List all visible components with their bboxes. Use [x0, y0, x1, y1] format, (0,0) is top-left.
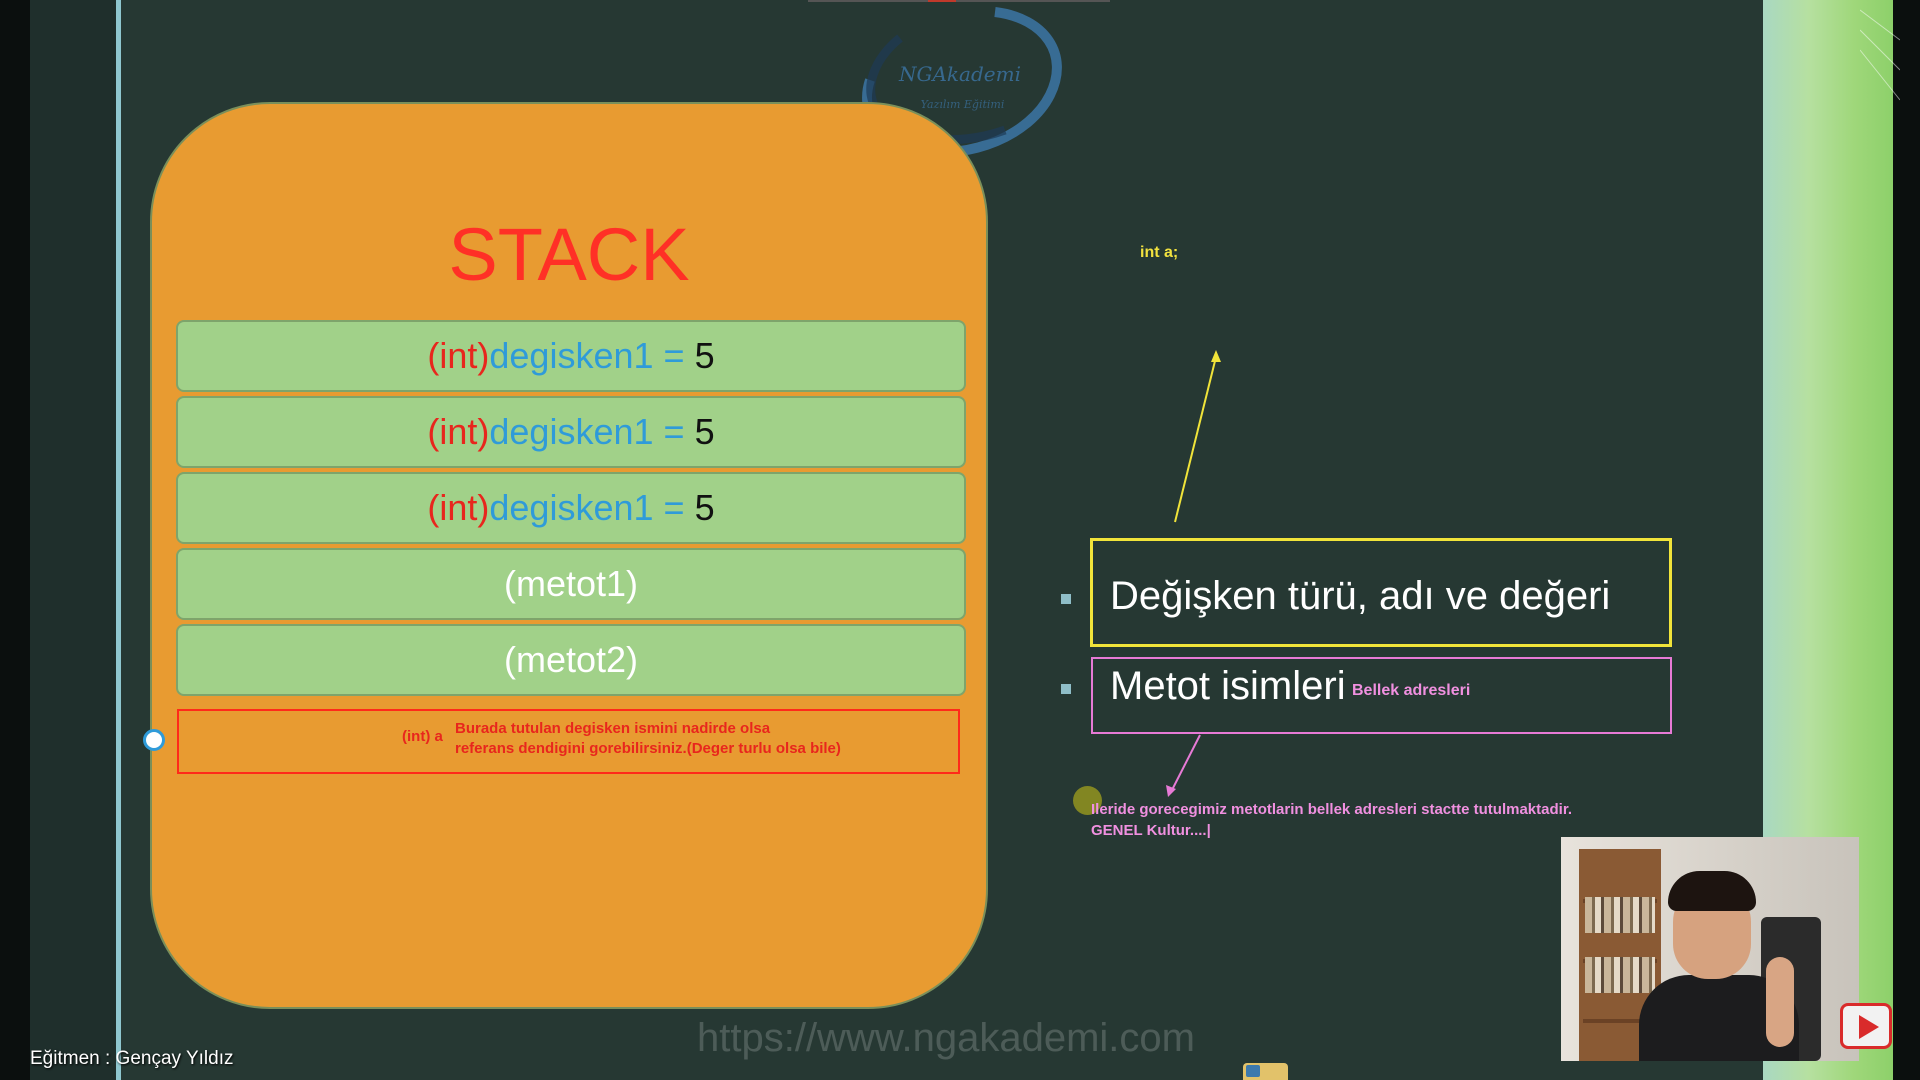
bullet-icon [1061, 594, 1071, 604]
bullet-icon [1061, 684, 1071, 694]
yellow-arrow-head [1211, 350, 1221, 362]
youtube-icon[interactable] [1840, 1003, 1892, 1049]
bullet-text-method-names: Metot isimleri [1110, 664, 1346, 708]
general-note: Ileride gorecegimiz metotlarin bellek ad… [1091, 799, 1572, 841]
note-line: Ileride gorecegimiz metotlarin bellek ad… [1091, 801, 1572, 818]
webcam-overlay [1561, 837, 1859, 1061]
instructor-label: Eğitmen : Gençay Yıldız [30, 1048, 234, 1069]
app-tray-icon[interactable] [1243, 1063, 1288, 1080]
pink-arrow-line [1171, 734, 1201, 791]
note-line: GENEL Kultur....| [1091, 822, 1211, 839]
yellow-arrow-line [1174, 356, 1217, 523]
bullet-text-variable-info: Değişken türü, adı ve değeri [1110, 574, 1611, 618]
website-watermark: https://www.ngakademi.com [697, 1016, 1195, 1060]
memory-address-label: Bellek adresleri [1352, 682, 1471, 699]
